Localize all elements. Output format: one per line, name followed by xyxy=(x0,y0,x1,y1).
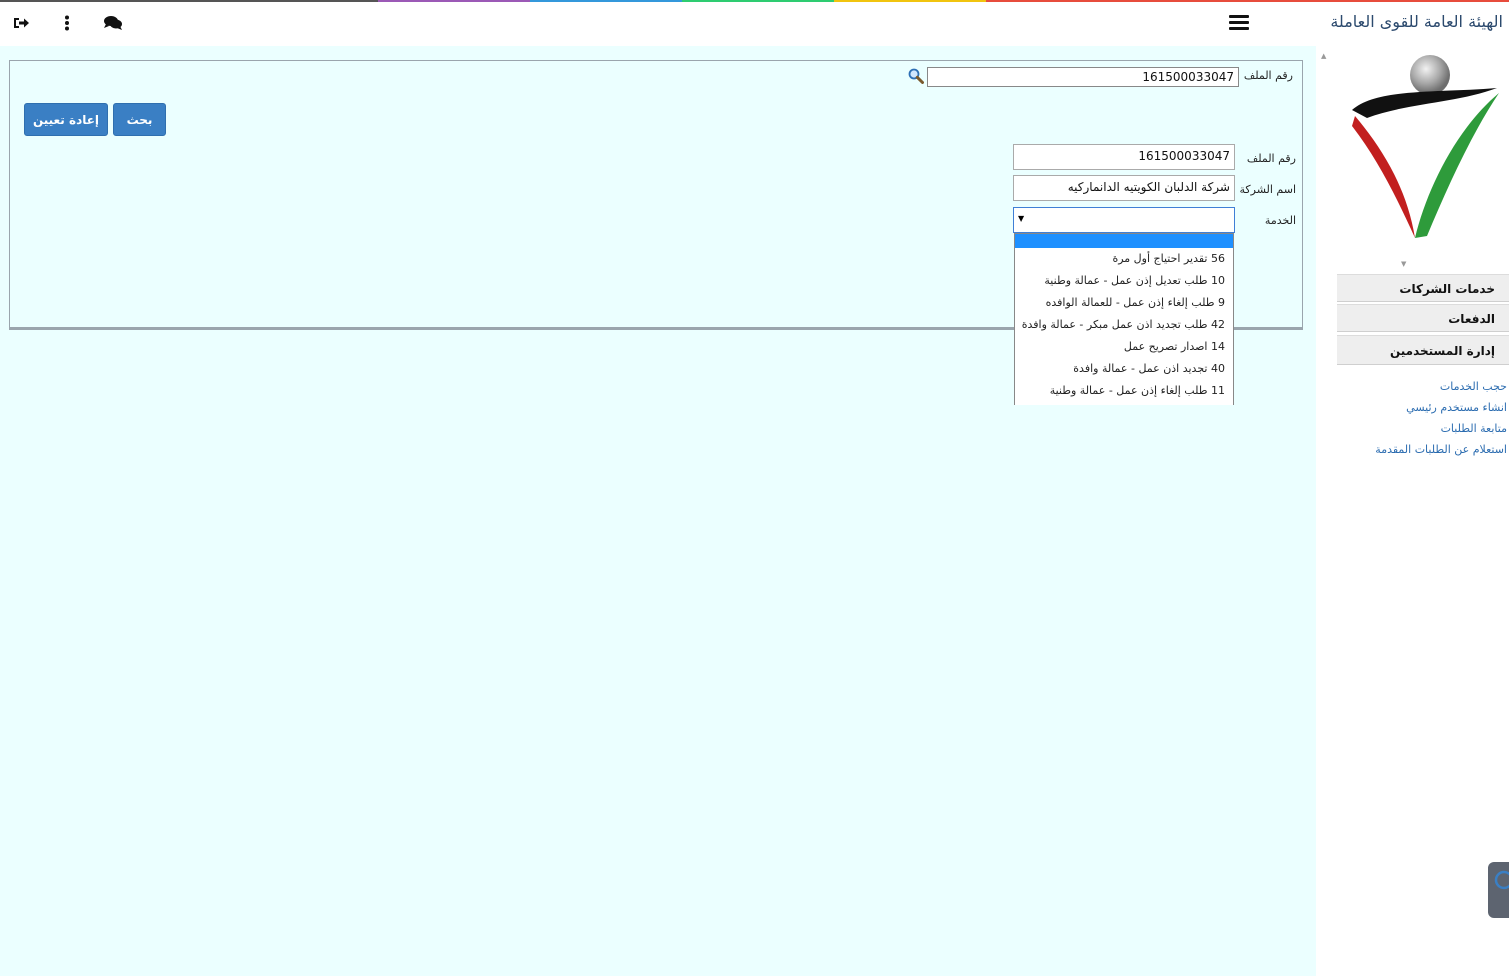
logout-icon[interactable] xyxy=(10,12,32,34)
scroll-up-icon[interactable]: ▲ xyxy=(1321,52,1326,60)
file-number-field[interactable]: 161500033047 xyxy=(1013,144,1235,170)
link-block-services[interactable]: حجب الخدمات xyxy=(1440,380,1507,393)
more-vertical-icon[interactable] xyxy=(56,12,78,34)
hamburger-menu-icon[interactable] xyxy=(1229,15,1249,33)
link-track-requests[interactable]: متابعة الطلبات xyxy=(1441,422,1507,435)
service-dropdown-list: 56 تقدير احتياج أول مرة 10 طلب تعديل إذن… xyxy=(1014,233,1234,405)
search-button[interactable]: بحث xyxy=(113,103,166,136)
service-option[interactable]: 10 طلب تعديل إذن عمل - عمالة وطنية xyxy=(1015,270,1233,292)
scroll-down-icon[interactable]: ▼ xyxy=(1401,260,1406,268)
company-name-label: اسم الشركة xyxy=(1239,183,1296,196)
service-select[interactable]: ▼ xyxy=(1013,207,1235,233)
service-option[interactable]: 9 طلب إلغاء إذن عمل - للعمالة الوافده xyxy=(1015,292,1233,314)
site-title: الهيئة العامة للقوى العاملة xyxy=(1330,12,1503,31)
chat-icon[interactable] xyxy=(102,12,124,34)
service-label: الخدمة xyxy=(1264,214,1296,227)
link-create-main-user[interactable]: انشاء مستخدم رئيسي xyxy=(1406,401,1507,414)
service-option[interactable]: 14 اصدار تصريح عمل xyxy=(1015,336,1233,358)
side-widget[interactable] xyxy=(1488,862,1509,918)
service-option[interactable]: 56 تقدير احتياج أول مرة xyxy=(1015,248,1233,270)
service-option[interactable] xyxy=(1015,234,1233,248)
main-content: رقم الملف 161500033047 بحث إعادة تعيين ر… xyxy=(0,46,1316,976)
company-name-field[interactable]: شركة الدلبان الكويتيه الدانماركيه xyxy=(1013,175,1235,201)
service-option[interactable]: 42 طلب تجديد اذن عمل مبكر - عمالة وافدة xyxy=(1015,314,1233,336)
menu-company-services[interactable]: خدمات الشركات xyxy=(1337,274,1509,302)
reset-button[interactable]: إعادة تعيين xyxy=(24,103,108,136)
top-bar: الهيئة العامة للقوى العاملة xyxy=(0,2,1509,46)
search-file-input[interactable]: 161500033047 xyxy=(927,67,1239,87)
dropdown-arrow-icon: ▼ xyxy=(1018,214,1025,223)
service-option[interactable]: 11 طلب إلغاء إذن عمل - عمالة وطنية xyxy=(1015,380,1233,402)
search-icon[interactable] xyxy=(908,68,924,84)
search-file-label: رقم الملف xyxy=(1243,69,1293,82)
menu-user-management[interactable]: إدارة المستخدمين xyxy=(1337,335,1509,365)
menu-payments[interactable]: الدفعات xyxy=(1337,304,1509,332)
file-number-label: رقم الملف xyxy=(1246,152,1296,165)
service-option[interactable]: 40 تجديد اذن عمل - عمالة وافدة xyxy=(1015,358,1233,380)
authority-logo xyxy=(1337,48,1507,248)
link-inquire-requests[interactable]: استعلام عن الطلبات المقدمة xyxy=(1375,443,1507,456)
